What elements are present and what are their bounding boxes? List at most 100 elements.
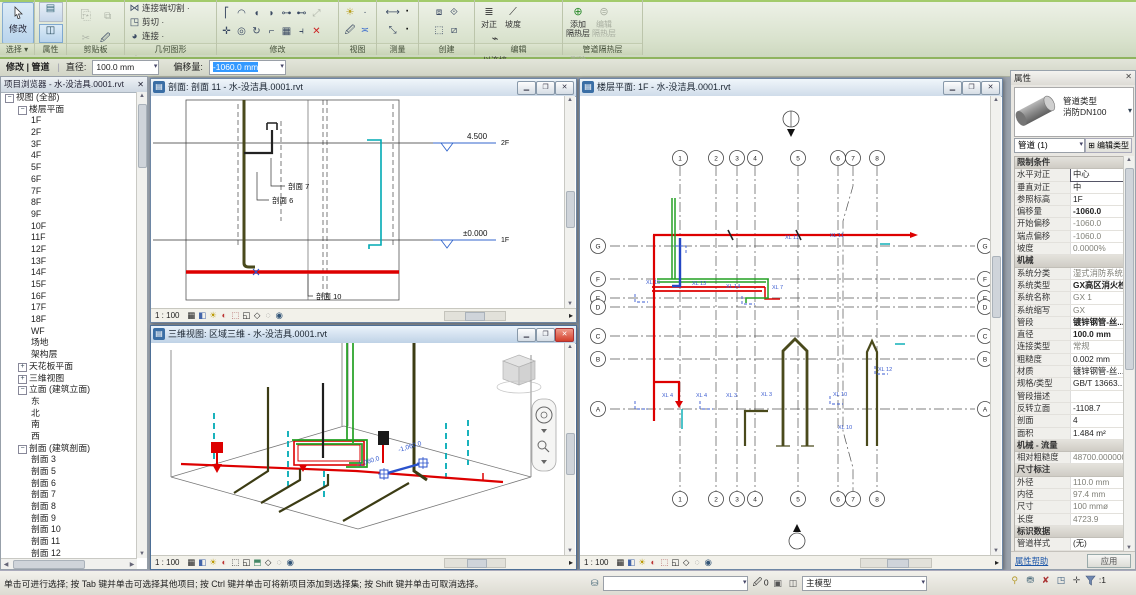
tree-item[interactable]: 剖面 6 — [1, 478, 137, 490]
tree-item[interactable]: 剖面 11 — [1, 536, 137, 548]
reveal-hidden-icon[interactable]: ◉ — [703, 556, 714, 569]
crop-icon[interactable]: ⬚ — [230, 556, 241, 569]
property-value[interactable]: 镀锌钢管-丝... — [1071, 317, 1131, 328]
tree-item[interactable]: −剖面 (建筑剖面) — [1, 443, 137, 455]
worksets-icon[interactable]: ⛁ — [588, 578, 601, 589]
tree-item[interactable]: 剖面 8 — [1, 501, 137, 513]
scale-label[interactable]: 1 : 100 — [155, 558, 179, 567]
unlock-view-icon[interactable]: ◇ — [252, 309, 263, 322]
property-value[interactable]: 0.0000% — [1071, 243, 1131, 254]
tree-item[interactable]: 剖面 7 — [1, 489, 137, 501]
lightbulb-icon[interactable]: ☀ — [343, 6, 358, 20]
shadows-icon[interactable]: ◐ — [648, 556, 659, 569]
visual-style-icon[interactable]: ◧ — [197, 309, 208, 322]
hide-icon[interactable]: · — [358, 6, 373, 20]
tree-item[interactable]: 场地 — [1, 337, 137, 349]
scroll-down-icon[interactable]: ▼ — [137, 551, 147, 557]
minimize-button[interactable]: ▁ — [943, 81, 962, 95]
tree-item[interactable]: 7F — [1, 186, 137, 198]
tree-item[interactable]: 8F — [1, 197, 137, 209]
reveal-hidden-icon[interactable]: ◉ — [274, 309, 285, 322]
drag-on-selection-icon[interactable]: ✛ — [1070, 575, 1083, 586]
three-d-window-titlebar[interactable]: ▤ 三维视图: 区域三维 - 水-没洁具.0001.rvt ▁❐✕ — [151, 326, 576, 344]
tree-item[interactable]: 西 — [1, 431, 137, 443]
tree-item[interactable]: −视图 (全部) — [1, 92, 137, 104]
collapse-icon[interactable]: − — [5, 94, 14, 103]
tree-item[interactable]: 11F — [1, 232, 137, 244]
linework-icon[interactable]: 🖉 — [343, 24, 358, 38]
expand-icon[interactable]: + — [18, 375, 27, 384]
tree-item[interactable]: 剖面 3 — [1, 454, 137, 466]
close-button[interactable]: ✕ — [981, 81, 1000, 95]
property-value[interactable]: (无) — [1071, 538, 1131, 549]
property-value[interactable]: -1108.7 — [1071, 403, 1131, 414]
property-value[interactable]: 湿式消防系统 — [1071, 268, 1131, 279]
section-view-control-bar[interactable]: 1 : 100 ▦◧☀◐⬚◱◇◌◉ ▸ — [151, 308, 576, 322]
tree-item[interactable]: 17F — [1, 302, 137, 314]
tree-item[interactable]: 1F — [1, 115, 137, 127]
design-options-edit-icon[interactable]: ◫ — [787, 578, 800, 589]
align-icon[interactable]: ⎡ — [219, 7, 234, 21]
project-browser-title[interactable]: 项目浏览器 - 水-没洁具.0001.rvt✕ — [1, 77, 147, 93]
property-value[interactable]: 1F — [1071, 194, 1131, 205]
copy-move-icon[interactable]: ◎ — [234, 25, 249, 39]
three-d-view-window[interactable]: ▤ 三维视图: 区域三维 - 水-没洁具.0001.rvt ▁❐✕ — [150, 325, 577, 570]
three-d-vscrollbar[interactable]: ▲▼ — [564, 343, 575, 555]
tree-item[interactable]: +天花板平面 — [1, 361, 137, 373]
tree-item[interactable]: 6F — [1, 174, 137, 186]
scroll-right-icon[interactable]: ▶ — [127, 561, 137, 568]
join-end-cut-button[interactable]: ⋈连接端切割 · — [127, 2, 193, 16]
design-option-combobox[interactable]: 主模型 — [802, 576, 927, 591]
property-value[interactable]: 97.4 mm — [1071, 489, 1131, 500]
collapse-icon[interactable]: − — [18, 386, 27, 395]
property-group-header[interactable]: 尺寸标注∗ — [1015, 464, 1131, 476]
property-value[interactable]: 镀锌钢管-丝... — [1071, 366, 1131, 377]
property-value[interactable]: GX 1 — [1071, 292, 1131, 303]
rotate-icon[interactable]: ↻ — [249, 25, 264, 39]
delete-icon[interactable]: ✕ — [309, 25, 324, 39]
tree-item[interactable]: −立面 (建筑立面) — [1, 384, 137, 396]
chevron-down-icon[interactable]: ▾ — [1128, 106, 1132, 115]
modify-button[interactable]: 修改 — [2, 2, 34, 44]
slope-button[interactable]: ⟋坡度 — [501, 2, 525, 29]
crop-icon[interactable]: ⬚ — [659, 556, 670, 569]
crop-visible-icon[interactable]: ◱ — [241, 309, 252, 322]
tree-item[interactable]: +三维视图 — [1, 373, 137, 385]
property-value[interactable]: -1060.0 — [1071, 206, 1131, 217]
property-group-header[interactable]: 机械∗ — [1015, 255, 1131, 267]
property-group-header[interactable]: 限制条件∗ — [1015, 157, 1131, 169]
select-underlay-icon[interactable]: ⛃ — [1024, 575, 1037, 586]
property-group-header[interactable]: 标识数据∗ — [1015, 526, 1131, 538]
scale-icon[interactable]: ⤢ — [309, 7, 324, 21]
sun-icon[interactable]: ☀ — [637, 556, 648, 569]
scroll-right-icon[interactable]: ▸ — [995, 556, 999, 569]
design-options-icon[interactable]: ▣ — [771, 578, 784, 589]
minimize-button[interactable]: ▁ — [517, 328, 536, 342]
trim-icon[interactable]: ⌐ — [264, 25, 279, 39]
shadows-icon[interactable]: ◐ — [219, 556, 230, 569]
scale-label[interactable]: 1 : 100 — [155, 311, 179, 320]
isolate-icon[interactable]: ◌ — [274, 556, 285, 569]
property-value[interactable]: 100.0 mm — [1071, 329, 1131, 340]
close-icon[interactable]: ✕ — [1125, 72, 1132, 81]
minimize-button[interactable]: ▁ — [517, 81, 536, 95]
section-view-window[interactable]: ▤ 剖面: 剖面 11 - 水-没洁具.0001.rvt ▁❐✕ — [150, 78, 577, 323]
array-icon[interactable]: ▦ — [279, 25, 294, 39]
tree-item[interactable]: 15F — [1, 279, 137, 291]
tree-item[interactable]: 16F — [1, 291, 137, 303]
scroll-right-icon[interactable]: ▸ — [569, 309, 573, 322]
tree-item[interactable]: 剖面 9 — [1, 513, 137, 525]
join-geometry-button[interactable]: ◕连接 · — [127, 30, 193, 44]
property-value[interactable]: 常规 — [1071, 341, 1131, 352]
expand-icon[interactable]: + — [18, 363, 27, 372]
cut-geometry-button[interactable]: ◳剪切 · — [127, 16, 193, 30]
offset-icon[interactable]: ◠ — [234, 7, 249, 21]
filter-icon[interactable] — [1085, 575, 1096, 586]
override-graphics-icon[interactable]: ≍ — [358, 24, 373, 38]
property-value[interactable]: 0.002 mm — [1071, 354, 1131, 365]
tree-item[interactable]: 4F — [1, 150, 137, 162]
restore-button[interactable]: ❐ — [536, 328, 555, 342]
three-d-view-control-bar[interactable]: 1 : 100 ▦◧☀◐⬚◱⬒◇◌◉ ▸ — [151, 555, 576, 569]
crop-visible-icon[interactable]: ◱ — [241, 556, 252, 569]
tree-item[interactable]: 9F — [1, 209, 137, 221]
